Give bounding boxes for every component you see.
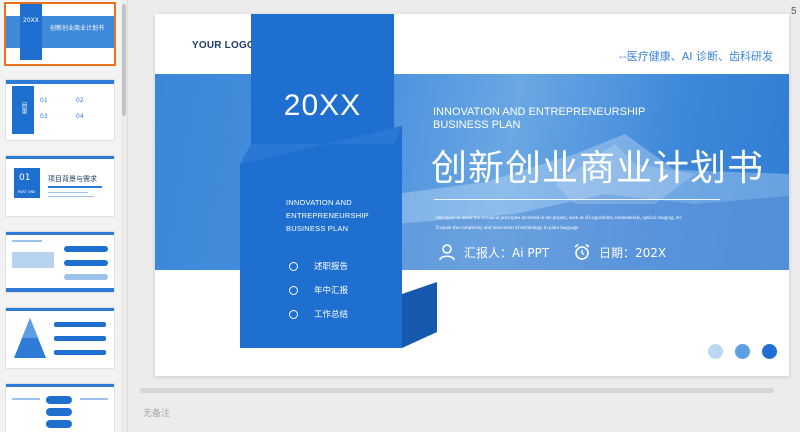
thumb-image xyxy=(12,252,54,268)
thumb-line xyxy=(48,192,88,193)
thumb-pyramid xyxy=(14,318,46,358)
thumb-disk xyxy=(46,420,72,428)
slide-thumbnail-4[interactable] xyxy=(6,232,114,292)
thumb-pill xyxy=(54,322,106,327)
slide-canvas[interactable]: YOUR LOGO --医疗健康、AI 诊断、齿科研发 20XX INNOVAT… xyxy=(155,14,789,376)
user-icon xyxy=(439,244,455,261)
menu-item-midyear: 年中汇报 xyxy=(289,278,348,302)
menu-item-report: 述职报告 xyxy=(289,254,348,278)
thumb-toc-item: 02 xyxy=(76,97,84,104)
reporter: 汇报人：Ai PPT xyxy=(438,243,549,261)
thumb-line xyxy=(48,196,94,197)
menu-item-label: 工作总结 xyxy=(314,310,349,320)
slide-thumbnail-6[interactable] xyxy=(6,384,114,432)
thumb-section-title: 项目背景与需求 xyxy=(48,175,97,183)
date: 日期：202X xyxy=(573,243,666,261)
thumb-part-number: 01 xyxy=(19,173,31,183)
thumbnail-scrollbar[interactable] xyxy=(121,0,127,432)
circle-bullet-icon xyxy=(289,261,298,271)
slide-menu: 述职报告 年中汇报 工作总结 xyxy=(289,254,348,326)
thumb-band xyxy=(6,288,114,292)
thumb-line xyxy=(80,398,108,400)
horizontal-scrollbar[interactable] xyxy=(140,388,774,393)
thumb-title: 创新创业商业计划书 xyxy=(50,25,105,32)
thumb-band xyxy=(6,384,114,387)
thumb-band xyxy=(6,80,114,84)
thumb-band xyxy=(6,308,114,311)
thumb-band xyxy=(6,232,114,235)
slide-thumbnail-5[interactable] xyxy=(6,308,114,368)
english-title-line: BUSINESS PLAN xyxy=(433,119,521,131)
thumb-year: 20XX xyxy=(23,17,39,24)
dot xyxy=(762,344,777,359)
menu-item-label: 述职报告 xyxy=(314,262,349,272)
panel-english-line: ENTREPRENEURSHIP xyxy=(286,211,369,220)
thumbnail-scrollbar-handle[interactable] xyxy=(122,4,126,116)
thumb-toc-item: 01 xyxy=(40,97,48,104)
panel-english-line: BUSINESS PLAN xyxy=(286,224,349,233)
circle-bullet-icon xyxy=(289,309,298,319)
panel-english-line: INNOVATION AND xyxy=(286,198,352,207)
dot xyxy=(708,344,723,359)
description-line: Explain the complexity and innovation of… xyxy=(436,226,579,231)
slide-thumbnail-1[interactable]: 20XX 创新创业商业计划书 xyxy=(6,4,114,64)
slide-thumbnail-panel: 20XX 创新创业商业计划书 目录 01 02 03 04 01 PART ON… xyxy=(0,0,128,432)
thumb-band xyxy=(6,156,114,159)
thumb-pill xyxy=(64,260,108,266)
thumb-pill xyxy=(54,336,106,341)
slide-thumbnail-3[interactable]: 01 PART ONE 项目背景与需求 xyxy=(6,156,114,216)
circle-bullet-icon xyxy=(289,285,298,295)
english-title: INNOVATION AND ENTREPRENEURSHIP BUSINESS… xyxy=(433,106,645,132)
slide-number: 5 xyxy=(791,6,797,17)
folded-ribbon xyxy=(240,126,437,348)
slide-thumbnail-2[interactable]: 目录 01 02 03 04 xyxy=(6,80,114,140)
thumb-toc-item: 03 xyxy=(40,113,48,120)
thumb-line xyxy=(12,240,42,242)
thumb-pill xyxy=(64,246,108,252)
menu-item-summary: 工作总结 xyxy=(289,302,348,326)
thumb-line xyxy=(12,398,40,400)
thumb-line xyxy=(48,186,102,188)
year-label: 20XX xyxy=(283,89,362,122)
menu-item-label: 年中汇报 xyxy=(314,286,349,296)
title-divider xyxy=(434,199,720,200)
chinese-title: 创新创业商业计划书 xyxy=(431,148,765,189)
thumb-column xyxy=(20,4,42,60)
decorative-dots xyxy=(708,344,789,359)
date-label: 日期：202X xyxy=(599,245,667,260)
english-title-line: INNOVATION AND ENTREPRENEURSHIP xyxy=(433,106,646,118)
description: Introduce in detail the technical princi… xyxy=(436,214,736,234)
description-line: Introduce in detail the technical princi… xyxy=(436,216,682,221)
alarm-clock-icon xyxy=(574,243,590,260)
thumb-toc-label: 目录 xyxy=(20,102,27,114)
thumb-disk xyxy=(46,408,72,416)
thumb-pill xyxy=(54,350,106,355)
thumb-toc-item: 04 xyxy=(76,113,84,120)
panel-english-text: INNOVATION AND ENTREPRENEURSHIP BUSINESS… xyxy=(286,196,396,235)
thumb-disk xyxy=(46,396,72,404)
reporter-label: 汇报人：Ai PPT xyxy=(464,245,550,260)
notes-placeholder[interactable]: 无备注 xyxy=(143,406,170,419)
dot xyxy=(735,344,750,359)
thumb-pill xyxy=(64,274,108,280)
thumb-part-label: PART ONE xyxy=(18,190,36,194)
